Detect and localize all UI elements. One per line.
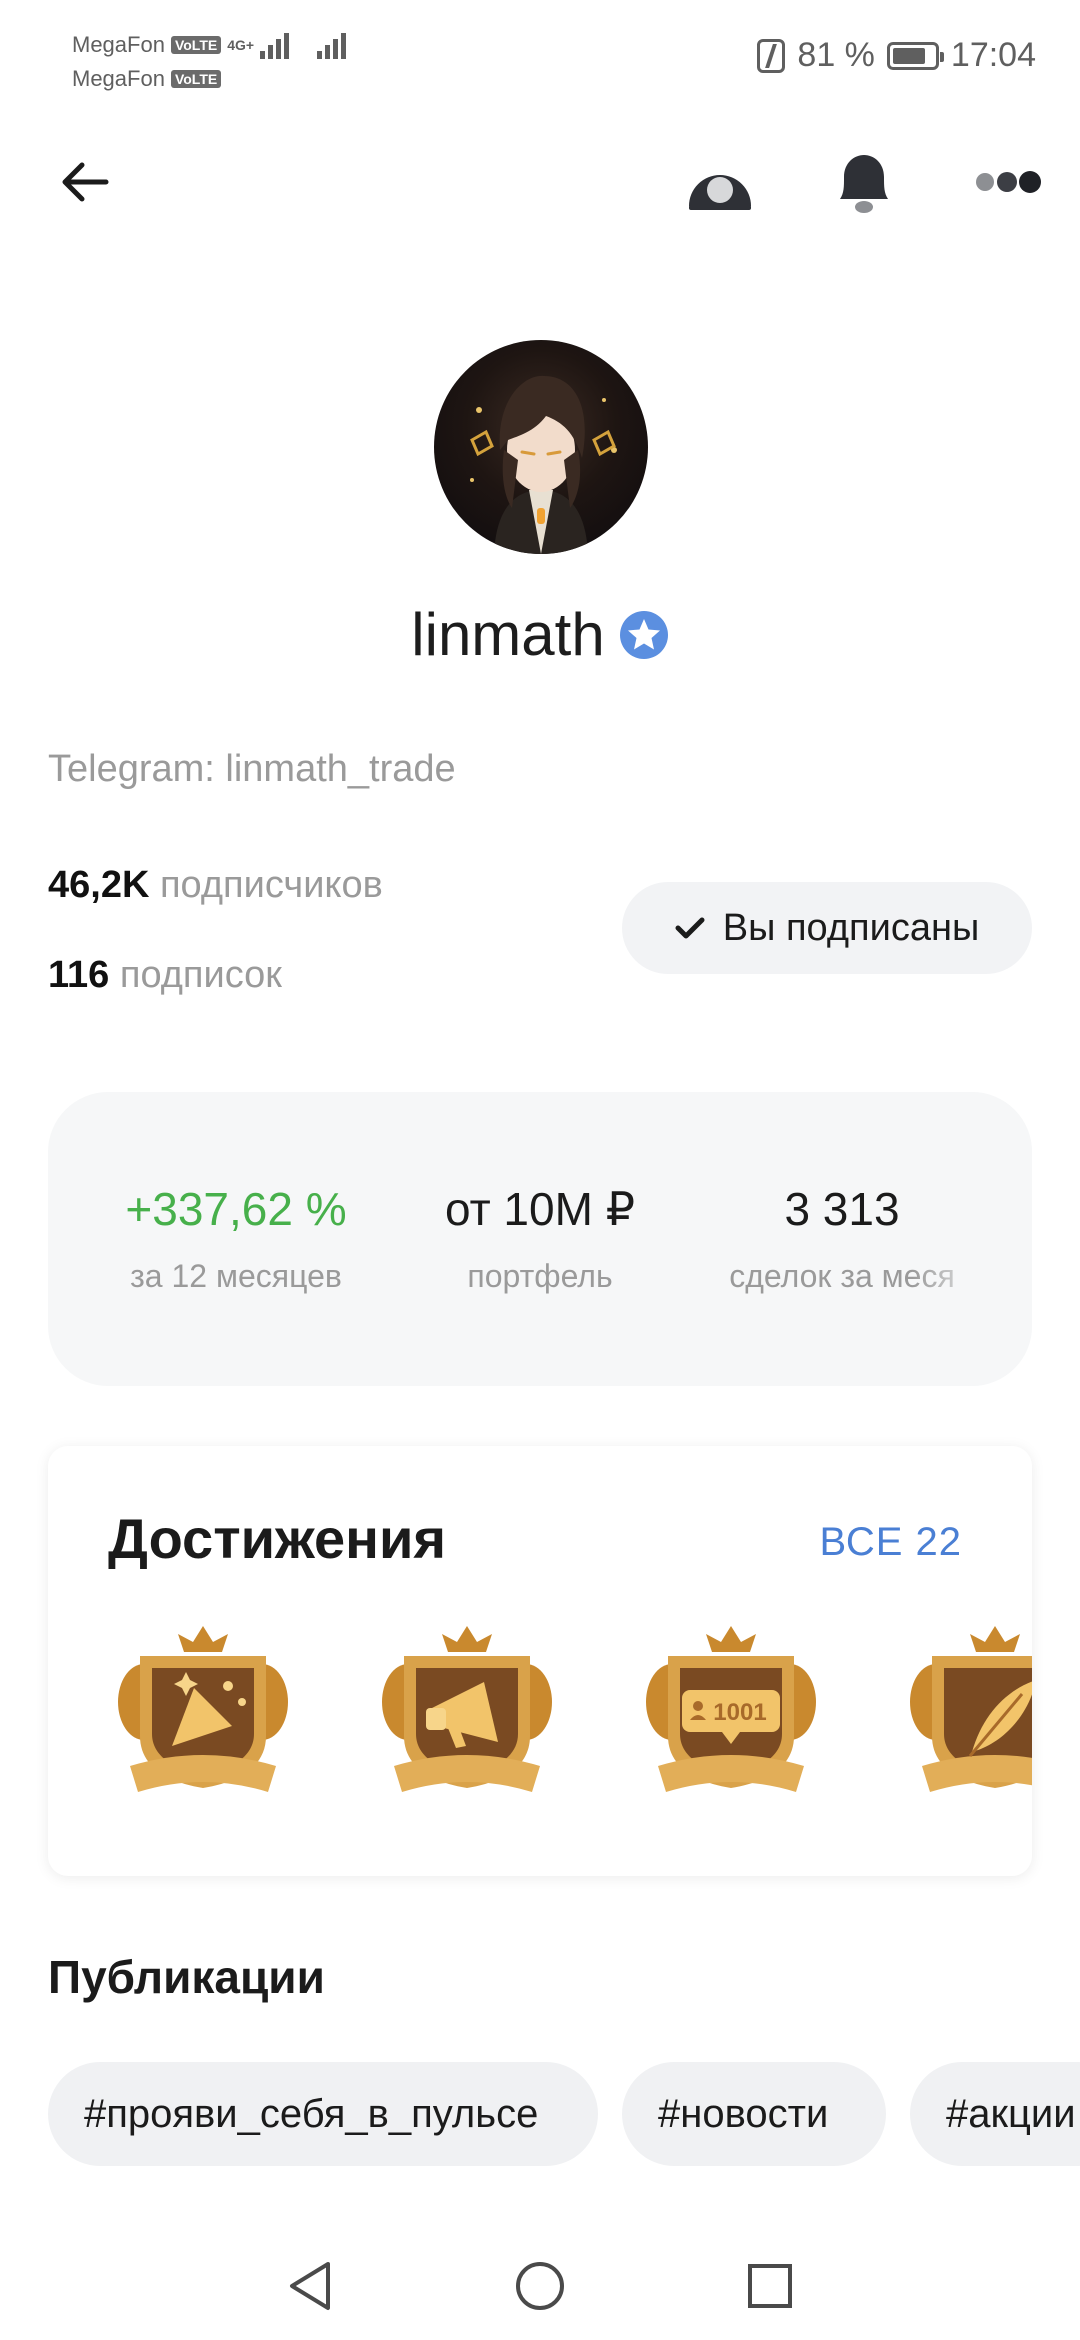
following-count: 116 [48,954,110,996]
stat-return: +337,62 % за 12 месяцев [96,1182,376,1295]
profile-username: linmath [0,600,1080,669]
scroll-fade [912,1092,1032,1386]
username-text: linmath [411,601,605,668]
status-bar-left: MegaFon VoLTE 4G+ MegaFon VoLTE [72,28,347,96]
home-circle-icon[interactable] [512,2258,568,2314]
stats-card[interactable]: +337,62 % за 12 месяцев от 10M ₽ портфел… [48,1092,1032,1386]
tag-chip[interactable]: #новости [622,2062,886,2166]
signal-icon [317,31,347,59]
avatar[interactable] [434,340,648,554]
tag-chip[interactable]: #акции [910,2062,1080,2166]
carrier-name: MegaFon [72,32,165,57]
more-button[interactable] [968,142,1048,222]
checkmark-icon [675,917,705,939]
avatar-illustration [470,375,617,554]
megaphone-icon[interactable] [374,1616,560,1802]
back-arrow-icon [62,162,109,202]
signal-icon [260,31,290,59]
verified-icon [619,610,668,659]
battery-percent: 81 % [797,36,875,74]
recents-square-icon[interactable] [744,2258,796,2314]
bell-icon [840,155,888,213]
followers-1001-icon[interactable]: 1001 [638,1616,824,1802]
achievements-all-link[interactable]: ВСЕ 22 [819,1520,962,1565]
party-popper-icon[interactable] [110,1616,296,1802]
subscribed-button[interactable]: Вы подписаны [622,882,1032,974]
back-triangle-icon[interactable] [284,2258,336,2314]
stat-value: +337,62 % [125,1183,347,1235]
stat-caption: за 12 месяцев [130,1258,342,1294]
gift-button[interactable] [680,142,760,222]
network-type: 4G+ [227,37,255,53]
volte-badge: VoLTE [170,36,222,54]
nfc-icon [757,38,786,73]
stat-value: от 10M ₽ [445,1183,635,1235]
publications-title: Публикации [48,1951,325,2003]
clock: 17:04 [950,36,1036,74]
gift-icon [689,175,751,210]
tag-chip[interactable]: #прояви_себя_в_пульсе [48,2062,598,2166]
followers-count: 46,2K [48,864,150,906]
feather-icon[interactable] [902,1616,1032,1802]
following-stat[interactable]: 116 подписок [48,954,282,997]
battery-fill [892,47,925,64]
notifications-button[interactable] [824,142,904,222]
achievements-title: Достижения [108,1507,447,1570]
system-navigation-bar [0,2236,1080,2336]
carrier-name: MegaFon [72,66,165,91]
followers-stat[interactable]: 46,2K подписчиков [48,864,383,907]
achievements-card: Достижения ВСЕ 22 1001 [48,1446,1032,1876]
battery-icon [886,41,944,70]
followers-label: подписчиков [159,864,383,906]
profile-bio: Telegram: linmath_trade [48,748,456,790]
stat-portfolio: от 10M ₽ портфель [400,1182,680,1295]
badge-label: 1001 [713,1699,766,1726]
volte-badge: VoLTE [170,70,222,88]
status-bar-right: 81 % 17:04 [757,36,1036,75]
stat-caption: портфель [467,1258,613,1294]
back-button[interactable] [44,142,124,222]
subscribed-label: Вы подписаны [722,906,980,949]
more-icon [976,171,1041,193]
following-label: подписок [119,954,282,996]
